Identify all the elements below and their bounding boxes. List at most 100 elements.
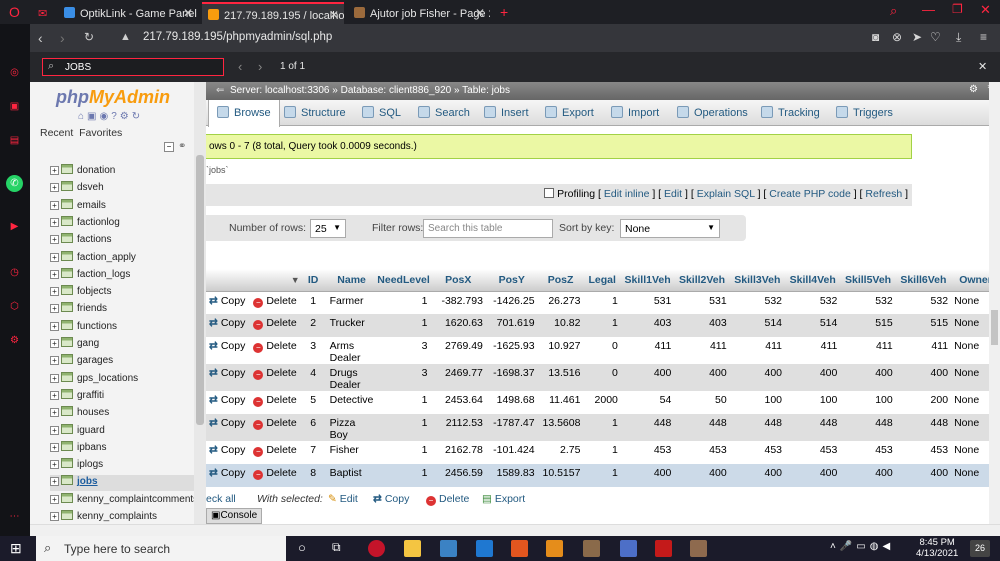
table-cell[interactable]: 400 <box>674 364 730 391</box>
expand-icon[interactable]: + <box>50 373 59 383</box>
table-cell[interactable]: 701.619 <box>485 314 538 337</box>
tab-operations[interactable]: Operations <box>677 106 748 119</box>
column-header[interactable]: ID <box>299 269 327 292</box>
tab-structure[interactable]: Structure <box>284 106 346 119</box>
table-cell[interactable]: 2.75 <box>537 441 584 464</box>
table-cell[interactable]: 4 <box>299 364 327 391</box>
delete-row-button[interactable]: − Delete <box>245 317 297 330</box>
table-cell[interactable]: -1426.25 <box>485 291 538 314</box>
twitch-icon[interactable]: ▤ <box>6 132 23 149</box>
table-cell[interactable]: 453 <box>620 441 675 464</box>
table-cell[interactable]: 3 <box>376 337 431 364</box>
file-explorer-icon[interactable] <box>404 540 421 557</box>
table-cell[interactable]: 453 <box>840 441 896 464</box>
expand-icon[interactable]: + <box>50 339 59 348</box>
expand-icon[interactable]: + <box>50 321 59 331</box>
tab-browse[interactable]: Browse <box>208 100 280 127</box>
close-icon[interactable]: ✕ <box>475 6 485 20</box>
table-cell[interactable]: Pizza Boy <box>326 414 377 441</box>
horizontal-scrollbar[interactable] <box>30 524 1000 536</box>
main-scrollbar-thumb[interactable] <box>991 310 998 345</box>
table-cell[interactable]: 448 <box>620 414 675 441</box>
collapse-icon[interactable]: − <box>164 142 174 152</box>
bulk-delete-button[interactable]: − Delete <box>426 493 469 506</box>
column-header[interactable]: PosY <box>485 269 538 292</box>
table-cell[interactable]: 13.516 <box>537 364 584 391</box>
expand-icon[interactable]: + <box>50 304 59 314</box>
delete-row-button[interactable]: − Delete <box>245 467 297 480</box>
copy-row-button[interactable]: ⇄ Copy <box>209 317 245 329</box>
table-cell[interactable]: 6 <box>299 414 327 441</box>
nav-table-item[interactable]: + fobjects <box>50 285 200 301</box>
nav-table-item[interactable]: + iplogs <box>50 458 200 474</box>
table-cell[interactable]: 1 <box>376 314 431 337</box>
table-cell[interactable]: 1 <box>583 414 621 441</box>
table-cell[interactable]: 400 <box>895 364 952 391</box>
table-cell[interactable]: 1 <box>299 291 327 314</box>
find-prev-icon[interactable]: ‹ <box>238 59 242 74</box>
tab-sql[interactable]: SQL <box>362 106 401 119</box>
close-window-icon[interactable]: ✕ <box>980 2 991 18</box>
table-cell[interactable]: 400 <box>840 364 896 391</box>
crumb-server[interactable]: Server: localhost:3306 <box>230 85 330 96</box>
speed-dial-icon[interactable]: ◎ <box>6 64 23 81</box>
table-cell[interactable]: 448 <box>840 414 896 441</box>
table-cell[interactable]: Drugs Dealer <box>326 364 377 391</box>
nav-table-item[interactable]: + donation <box>50 164 200 180</box>
nav-table-item[interactable]: + kenny_complaintcomments <box>50 492 200 509</box>
table-cell[interactable]: 2000 <box>583 391 621 414</box>
recent-tab[interactable]: Recent <box>40 127 73 139</box>
table-cell[interactable]: 400 <box>785 364 841 391</box>
copy-row-button[interactable]: ⇄ Copy <box>209 417 245 429</box>
table-cell[interactable]: 7 <box>299 441 327 464</box>
nav-table-item[interactable]: + gang <box>50 337 200 353</box>
expand-icon[interactable]: + <box>50 287 59 297</box>
table-cell[interactable]: Trucker <box>326 314 377 337</box>
table-cell[interactable]: 100 <box>729 391 786 414</box>
table-cell[interactable]: 515 <box>895 314 952 337</box>
expand-icon[interactable]: + <box>50 442 59 452</box>
tab-tracking[interactable]: Tracking <box>761 106 820 119</box>
nav-scrollbar-thumb[interactable] <box>196 155 204 425</box>
expand-icon[interactable]: + <box>50 166 59 175</box>
table-cell[interactable]: 532 <box>729 291 786 314</box>
table-cell[interactable]: -382.793 <box>430 291 486 314</box>
camera-icon[interactable]: ◙ <box>872 30 879 44</box>
table-cell[interactable]: 1589.83 <box>485 464 538 487</box>
table-cell[interactable]: 2469.77 <box>430 364 486 391</box>
expand-icon[interactable]: + <box>50 425 59 435</box>
table-cell[interactable]: 515 <box>840 314 896 337</box>
new-tab-button[interactable]: + <box>494 2 514 24</box>
sort-arrow-icon[interactable]: ▼ <box>291 275 300 285</box>
find-close-icon[interactable]: ✕ <box>978 60 987 73</box>
opera-taskbar-icon[interactable] <box>368 540 385 557</box>
column-header[interactable]: Skill1Veh <box>620 269 675 292</box>
table-cell[interactable]: 448 <box>785 414 841 441</box>
table-cell[interactable]: 2112.53 <box>430 414 486 441</box>
table-cell[interactable]: 2162.78 <box>430 441 486 464</box>
download-icon[interactable]: ⤓ <box>956 30 961 45</box>
table-cell[interactable]: 5 <box>299 391 327 414</box>
tab-import[interactable]: Import <box>611 106 659 119</box>
column-header[interactable]: Legal <box>583 269 621 292</box>
copy-row-button[interactable]: ⇄ Copy <box>209 295 245 307</box>
table-cell[interactable]: 400 <box>620 364 675 391</box>
table-cell[interactable]: 400 <box>729 464 786 487</box>
explain-sql-link[interactable]: Explain SQL <box>697 188 755 200</box>
opera-logo-icon[interactable]: O <box>6 4 23 21</box>
reload-icon[interactable]: ↻ <box>84 30 94 44</box>
table-cell[interactable]: 453 <box>785 441 841 464</box>
table-cell[interactable]: 400 <box>895 464 952 487</box>
table-cell[interactable]: 0 <box>583 337 621 364</box>
office-icon[interactable] <box>511 540 528 557</box>
table-cell[interactable]: 1 <box>583 291 621 314</box>
nav-table-item[interactable]: + friends <box>50 302 200 318</box>
mail-icon[interactable] <box>476 540 493 557</box>
edit-inline-link[interactable]: Edit inline <box>604 188 650 200</box>
table-cell[interactable]: Fisher <box>326 441 377 464</box>
table-cell[interactable]: 2456.59 <box>430 464 486 487</box>
copy-row-button[interactable]: ⇄ Copy <box>209 394 245 406</box>
table-cell[interactable]: 400 <box>729 364 786 391</box>
tab-ajutor[interactable]: Ajutor job Fisher - Page 2 - ✕ <box>348 2 490 24</box>
table-cell[interactable]: Baptist <box>326 464 377 487</box>
